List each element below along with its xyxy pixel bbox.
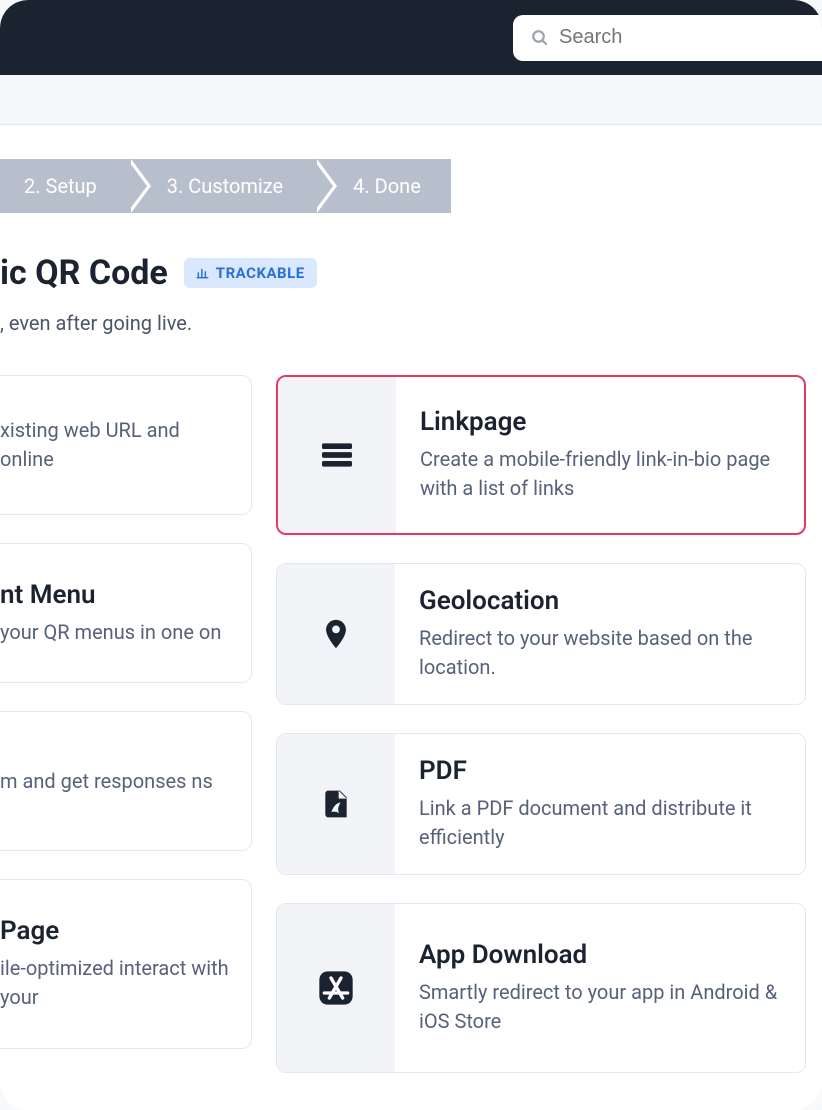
page-subtitle: , even after going live. (0, 311, 822, 335)
option-card-geolocation[interactable]: Geolocation Redirect to your website bas… (276, 563, 806, 705)
search-input[interactable] (559, 26, 822, 49)
card-title: Linkpage (420, 407, 780, 437)
card-text: Geolocation Redirect to your website bas… (395, 564, 805, 704)
option-card-page[interactable]: Page ile-optimized interact with your (0, 879, 252, 1049)
card-icon-pane (277, 564, 395, 704)
card-title: Page (0, 916, 229, 946)
pdf-icon (320, 788, 352, 820)
progress-steps: 2. Setup 3. Customize 4. Done (0, 159, 822, 213)
step-label: 3. Customize (167, 174, 283, 198)
step-customize[interactable]: 3. Customize (127, 159, 313, 213)
card-icon-pane (277, 734, 395, 874)
top-header (0, 0, 822, 75)
card-desc: Create a mobile-friendly link-in-bio pag… (420, 445, 780, 503)
card-title: PDF (419, 756, 781, 786)
card-text: App Download Smartly redirect to your ap… (395, 904, 805, 1072)
pin-icon (319, 617, 353, 651)
card-text: Linkpage Create a mobile-friendly link-i… (396, 377, 804, 533)
option-card-menu[interactable]: nt Menu your QR menus in one on (0, 543, 252, 683)
search-icon (531, 29, 549, 47)
card-desc: xisting web URL and online (0, 416, 229, 474)
badge-label: TRACKABLE (216, 264, 305, 282)
card-text: PDF Link a PDF document and distribute i… (395, 734, 805, 874)
card-icon-pane (278, 377, 396, 533)
card-title: nt Menu (0, 580, 229, 610)
card-title: Geolocation (419, 586, 781, 616)
step-label: 4. Done (353, 174, 421, 198)
options-grid: xisting web URL and online nt Menu your … (0, 375, 822, 1073)
card-desc: Smartly redirect to your app in Android … (419, 978, 781, 1036)
chart-icon (196, 266, 210, 280)
title-row: ic QR Code TRACKABLE (0, 253, 822, 293)
search-box[interactable] (513, 15, 822, 61)
page-title: ic QR Code (0, 253, 168, 293)
option-card-url[interactable]: xisting web URL and online (0, 375, 252, 515)
option-card-linkpage[interactable]: Linkpage Create a mobile-friendly link-i… (276, 375, 806, 535)
card-desc: your QR menus in one on (0, 618, 229, 647)
option-card-appdownload[interactable]: App Download Smartly redirect to your ap… (276, 903, 806, 1073)
appstore-icon (316, 968, 356, 1008)
card-desc: Link a PDF document and distribute it ef… (419, 794, 781, 852)
sub-header-band (0, 75, 822, 125)
card-icon-pane (277, 904, 395, 1072)
trackable-badge: TRACKABLE (184, 258, 317, 288)
card-title: App Download (419, 940, 781, 970)
step-setup[interactable]: 2. Setup (0, 159, 127, 213)
card-desc: m and get responses ns (0, 767, 229, 796)
step-label: 2. Setup (24, 174, 97, 198)
option-card-pdf[interactable]: PDF Link a PDF document and distribute i… (276, 733, 806, 875)
app-frame: 2. Setup 3. Customize 4. Done ic QR Code… (0, 0, 822, 1110)
card-desc: ile-optimized interact with your (0, 954, 229, 1012)
right-column: Linkpage Create a mobile-friendly link-i… (276, 375, 806, 1073)
card-desc: Redirect to your website based on the lo… (419, 624, 781, 682)
left-column: xisting web URL and online nt Menu your … (0, 375, 252, 1049)
menu-icon (317, 435, 357, 475)
option-card-form[interactable]: m and get responses ns (0, 711, 252, 851)
